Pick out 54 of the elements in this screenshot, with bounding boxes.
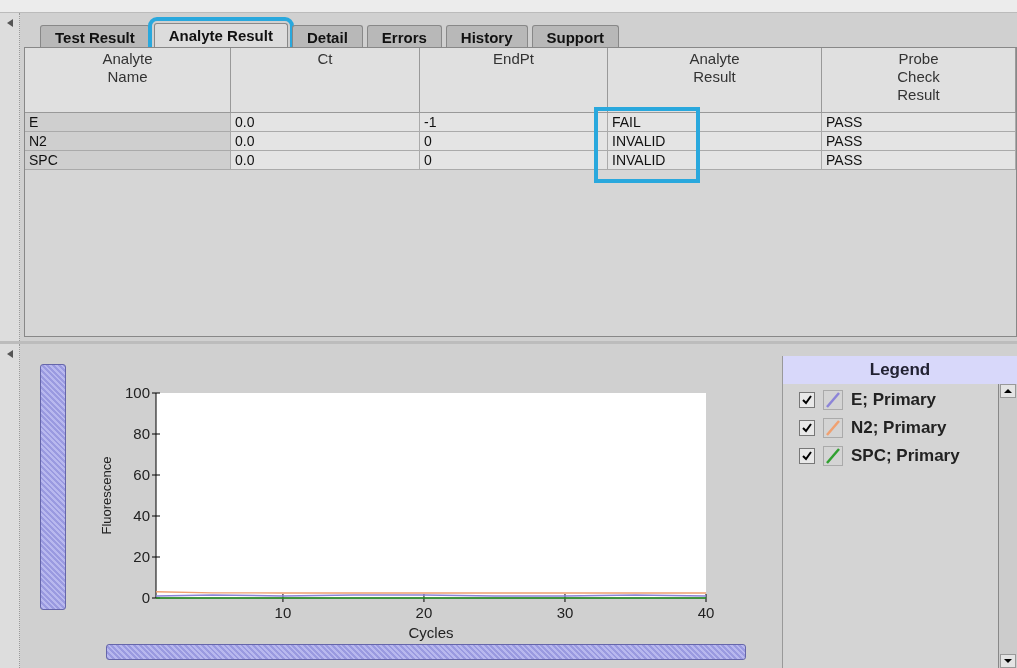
table-cell: PASS — [822, 113, 1016, 132]
checkbox[interactable] — [799, 392, 815, 408]
line-swatch-icon — [823, 418, 843, 438]
collapse-arrow-icon[interactable] — [6, 19, 13, 27]
collapse-arrow-icon[interactable] — [6, 350, 13, 358]
legend-label: E; Primary — [851, 390, 937, 410]
table-cell: -1 — [420, 113, 608, 132]
scroll-up-icon[interactable] — [1000, 384, 1016, 398]
tab[interactable]: Errors — [366, 25, 442, 47]
x-tick-label: 10 — [274, 604, 292, 621]
x-tick-label: 40 — [697, 604, 715, 621]
column-header[interactable]: Analyte Result — [608, 48, 822, 113]
table-cell: 0 — [420, 151, 608, 170]
horizontal-scrollbar[interactable] — [106, 644, 746, 660]
scrollbar[interactable] — [998, 384, 1017, 668]
table-cell: E — [25, 113, 231, 132]
table-cell: 0.0 — [231, 132, 420, 151]
scroll-down-icon[interactable] — [1000, 654, 1016, 668]
tab[interactable]: Test Result — [40, 25, 150, 47]
tab[interactable]: Support — [531, 25, 620, 47]
table-cell: FAIL — [608, 113, 822, 132]
tab[interactable]: Detail — [291, 25, 363, 47]
y-tick-label: 0 — [141, 589, 150, 606]
y-tick-label: 80 — [133, 425, 150, 442]
y-tick-label: 100 — [124, 384, 150, 401]
y-axis-title: Fluorescence — [99, 456, 114, 535]
vertical-scrollbar[interactable] — [40, 364, 66, 610]
table-cell: INVALID — [608, 132, 822, 151]
y-tick-label: 60 — [133, 466, 150, 483]
table-cell: N2 — [25, 132, 231, 151]
y-tick-label: 20 — [133, 548, 150, 565]
x-tick-label: 30 — [556, 604, 574, 621]
table-cell: PASS — [822, 132, 1016, 151]
line-swatch-icon — [823, 446, 843, 466]
legend-label: SPC; Primary — [851, 446, 960, 466]
legend-title: Legend — [783, 356, 1017, 384]
line-swatch-icon — [823, 390, 843, 410]
table-cell: 0.0 — [231, 113, 420, 132]
table-cell: PASS — [822, 151, 1016, 170]
checkbox[interactable] — [799, 448, 815, 464]
table-cell: INVALID — [608, 151, 822, 170]
table-cell: 0.0 — [231, 151, 420, 170]
column-header[interactable]: EndPt — [420, 48, 608, 113]
x-tick-label: 20 — [415, 604, 433, 621]
column-header[interactable]: Ct — [231, 48, 420, 113]
x-axis-title: Cycles — [408, 624, 454, 641]
checkbox[interactable] — [799, 420, 815, 436]
table-cell: SPC — [25, 151, 231, 170]
tab[interactable]: History — [445, 25, 528, 47]
column-header[interactable]: Analyte Name — [25, 48, 231, 113]
column-header[interactable]: Probe Check Result — [822, 48, 1016, 113]
table-cell: 0 — [420, 132, 608, 151]
legend-label: N2; Primary — [851, 418, 947, 438]
y-tick-label: 40 — [133, 507, 150, 524]
